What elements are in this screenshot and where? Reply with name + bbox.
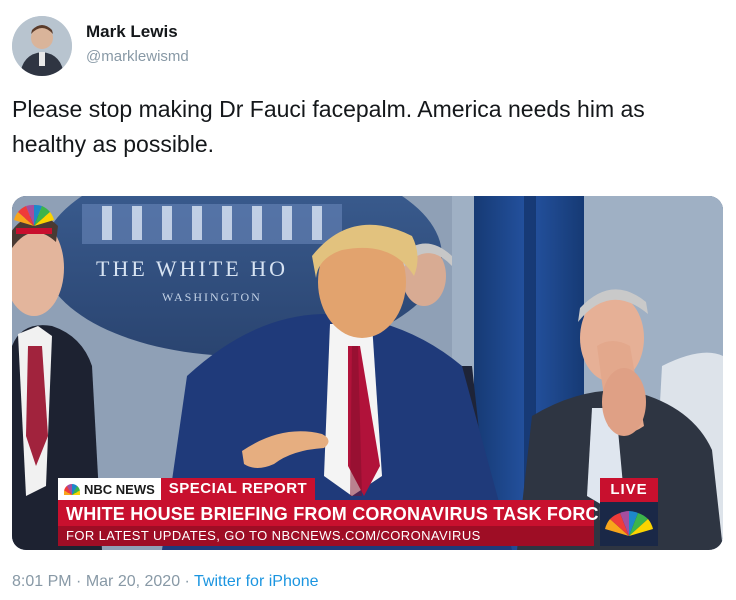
- tweet-date[interactable]: Mar 20, 2020: [86, 573, 180, 590]
- tweet-card: Mark Lewis @marklewismd Please stop maki…: [0, 0, 736, 600]
- author-avatar[interactable]: [12, 16, 72, 76]
- chyron-subheadline-bar: FOR LATEST UPDATES, GO TO NBCNEWS.COM/CO…: [58, 526, 594, 546]
- nbc-mini-logo-icon: [64, 483, 80, 495]
- news-chyron: WHITE HOUSE BRIEFING FROM CORONAVIRUS TA…: [58, 500, 611, 546]
- tweet-time[interactable]: 8:01 PM: [12, 573, 72, 590]
- live-logo-box: [600, 502, 658, 546]
- backdrop-text: THE WHITE HO: [96, 256, 288, 281]
- nbc-peacock-icon: [14, 204, 54, 234]
- user-avatar-icon: [12, 16, 72, 76]
- nbc-peacock-small-icon: [605, 511, 653, 536]
- nbc-news-label: NBC NEWS: [84, 481, 155, 497]
- tweet-metadata: 8:01 PM · Mar 20, 2020 · Twitter for iPh…: [12, 573, 319, 591]
- backdrop-subtext: WASHINGTON: [162, 290, 262, 304]
- special-report-label: SPECIAL REPORT: [160, 478, 316, 500]
- chyron-subheadline: FOR LATEST UPDATES, GO TO NBCNEWS.COM/CO…: [66, 528, 481, 543]
- author-handle[interactable]: @marklewismd: [86, 48, 189, 65]
- live-badge: LIVE: [600, 478, 658, 502]
- meta-separator-2: ·: [180, 573, 195, 590]
- tweet-media-image[interactable]: THE WHITE HO WASHINGTON NBC NEWS SPECIAL…: [12, 196, 723, 550]
- special-report-bar: NBC NEWS SPECIAL REPORT: [58, 478, 316, 500]
- tweet-source-link[interactable]: Twitter for iPhone: [194, 573, 319, 590]
- meta-separator: ·: [71, 573, 86, 590]
- tweet-text: Please stop making Dr Fauci facepalm. Am…: [12, 96, 645, 157]
- nbc-news-tag: NBC NEWS: [58, 478, 161, 500]
- author-name[interactable]: Mark Lewis: [86, 22, 178, 42]
- chyron-headline: WHITE HOUSE BRIEFING FROM CORONAVIRUS TA…: [66, 504, 611, 524]
